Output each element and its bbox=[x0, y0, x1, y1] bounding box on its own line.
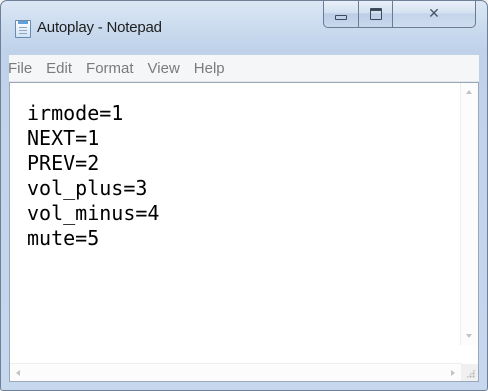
minimize-button[interactable] bbox=[323, 1, 359, 28]
title-bar[interactable]: Autoplay - Notepad ✕ bbox=[1, 1, 487, 55]
scroll-right-arrow-icon[interactable] bbox=[451, 370, 455, 376]
text-editor[interactable]: irmode=1 NEXT=1 PREV=2 vol_plus=3 vol_minus=… bbox=[9, 82, 479, 382]
scroll-down-arrow-icon[interactable] bbox=[466, 334, 472, 338]
minimize-icon bbox=[335, 14, 347, 20]
editor-line: vol_minus=4 bbox=[27, 201, 160, 225]
close-button[interactable]: ✕ bbox=[393, 1, 476, 28]
scroll-up-arrow-icon[interactable] bbox=[466, 90, 472, 94]
menu-edit[interactable]: Edit bbox=[39, 60, 79, 77]
resize-grip-icon bbox=[466, 369, 475, 378]
horizontal-scrollbar[interactable] bbox=[10, 363, 462, 381]
scroll-left-arrow-icon[interactable] bbox=[16, 370, 20, 376]
window-title: Autoplay - Notepad bbox=[37, 19, 162, 36]
editor-line: irmode=1 bbox=[27, 101, 124, 125]
editor-content[interactable]: irmode=1 NEXT=1 PREV=2 vol_plus=3 vol_minus=… bbox=[27, 101, 159, 251]
menu-bar: File Edit Format View Help bbox=[8, 55, 479, 82]
vertical-scrollbar[interactable] bbox=[460, 83, 478, 345]
editor-line: PREV=2 bbox=[27, 151, 100, 175]
menu-format[interactable]: Format bbox=[79, 60, 141, 77]
caption-buttons: ✕ bbox=[323, 1, 476, 30]
size-grip[interactable] bbox=[461, 364, 478, 381]
close-icon: ✕ bbox=[428, 6, 440, 22]
maximize-icon bbox=[369, 8, 382, 20]
notepad-icon[interactable] bbox=[15, 20, 31, 38]
menu-help[interactable]: Help bbox=[187, 60, 232, 77]
notepad-window: Autoplay - Notepad ✕ File Edit Format Vi… bbox=[0, 0, 488, 391]
editor-line: NEXT=1 bbox=[27, 126, 100, 150]
editor-line: vol_plus=3 bbox=[27, 176, 148, 200]
editor-line: mute=5 bbox=[27, 226, 100, 250]
maximize-button[interactable] bbox=[359, 1, 393, 28]
menu-view[interactable]: View bbox=[141, 60, 187, 77]
menu-file[interactable]: File bbox=[8, 60, 39, 77]
